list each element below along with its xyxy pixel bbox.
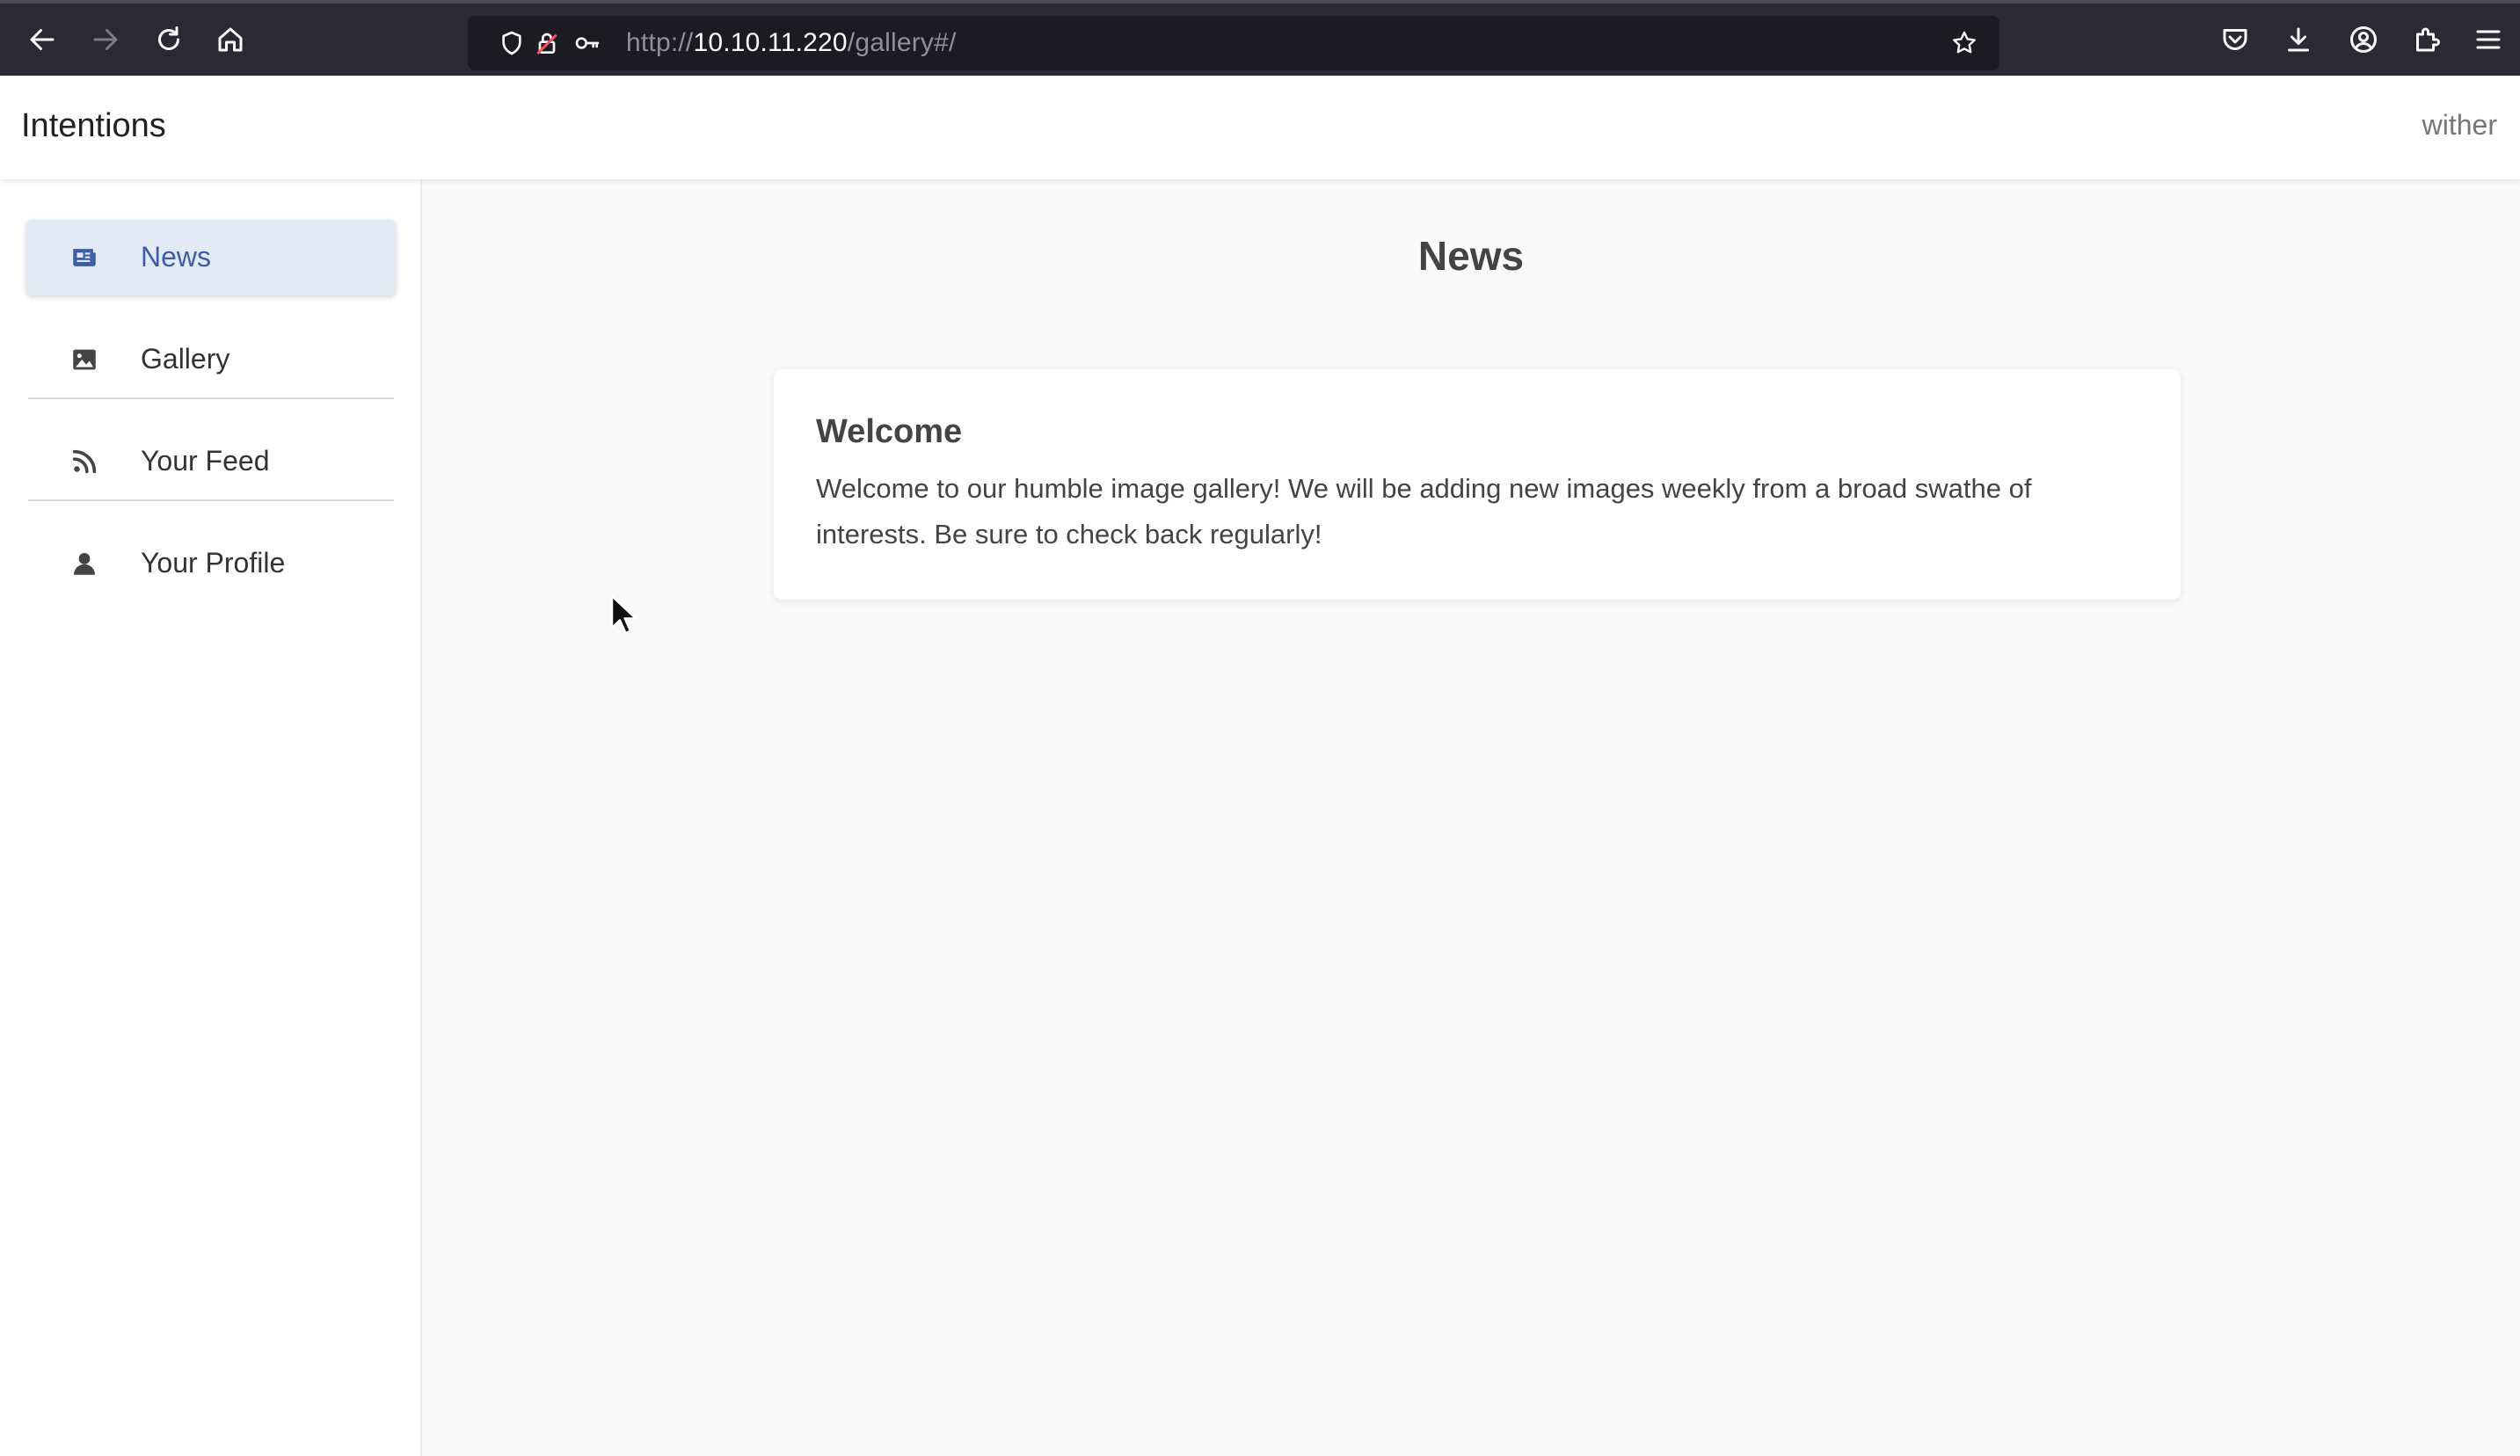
home-button[interactable] [211, 22, 250, 61]
app-title: Intentions [21, 107, 166, 144]
news-card: Welcome Welcome to our humble image gall… [774, 369, 2181, 600]
pocket-button[interactable] [2216, 22, 2254, 61]
lock-strike-icon[interactable] [531, 27, 563, 59]
reload-icon [153, 24, 185, 60]
url-text[interactable]: http://10.10.11.220/gallery#/ [626, 28, 957, 58]
page-title: News [1417, 233, 1525, 279]
card-title: Welcome [816, 413, 963, 450]
puzzle-icon [2411, 24, 2443, 60]
rss-icon [69, 446, 100, 477]
arrow-right-icon [90, 24, 121, 60]
home-icon [215, 24, 246, 60]
forward-button[interactable] [86, 22, 125, 61]
image-icon [69, 344, 100, 375]
sidebar-item-news[interactable]: News [26, 220, 396, 295]
browser-toolbar: http://10.10.11.220/gallery#/ [0, 0, 2520, 76]
sidebar-item-label: Gallery [141, 343, 230, 375]
extensions-button[interactable] [2407, 22, 2446, 61]
address-bar[interactable]: http://10.10.11.220/gallery#/ [468, 16, 1999, 70]
reload-button[interactable] [149, 22, 188, 61]
shield-icon[interactable] [496, 27, 528, 59]
user-icon [69, 548, 100, 579]
sidebar-item-your-feed[interactable]: Your Feed [26, 424, 396, 501]
account-icon [2348, 24, 2379, 60]
sidebar-item-your-profile[interactable]: Your Profile [26, 526, 396, 601]
key-icon[interactable] [572, 27, 603, 59]
sidebar-item-label: Your Profile [141, 547, 286, 579]
newspaper-icon [69, 242, 100, 273]
arrow-left-icon [26, 24, 58, 60]
sidebar-item-gallery[interactable]: Gallery [26, 322, 396, 399]
url-path: /gallery#/ [847, 28, 957, 57]
url-host: 10.10.11.220 [693, 28, 848, 57]
account-button[interactable] [2344, 22, 2383, 61]
sidebar: News Gallery Your Feed Your Profile [0, 179, 422, 1456]
sidebar-item-label: News [141, 241, 212, 273]
downloads-button[interactable] [2279, 22, 2318, 61]
hamburger-icon [2473, 24, 2504, 60]
url-scheme: http:// [626, 28, 694, 57]
card-body: Welcome to our humble image gallery! We … [816, 473, 2032, 550]
download-icon [2283, 24, 2314, 60]
pocket-icon [2219, 24, 2251, 60]
star-icon[interactable] [1948, 27, 1980, 59]
menu-button[interactable] [2469, 22, 2508, 61]
back-button[interactable] [23, 22, 62, 61]
sidebar-item-label: Your Feed [141, 445, 270, 477]
mouse-cursor-icon [610, 594, 637, 635]
app-header: Intentions wither [0, 76, 2520, 179]
username[interactable]: wither [2422, 109, 2497, 142]
